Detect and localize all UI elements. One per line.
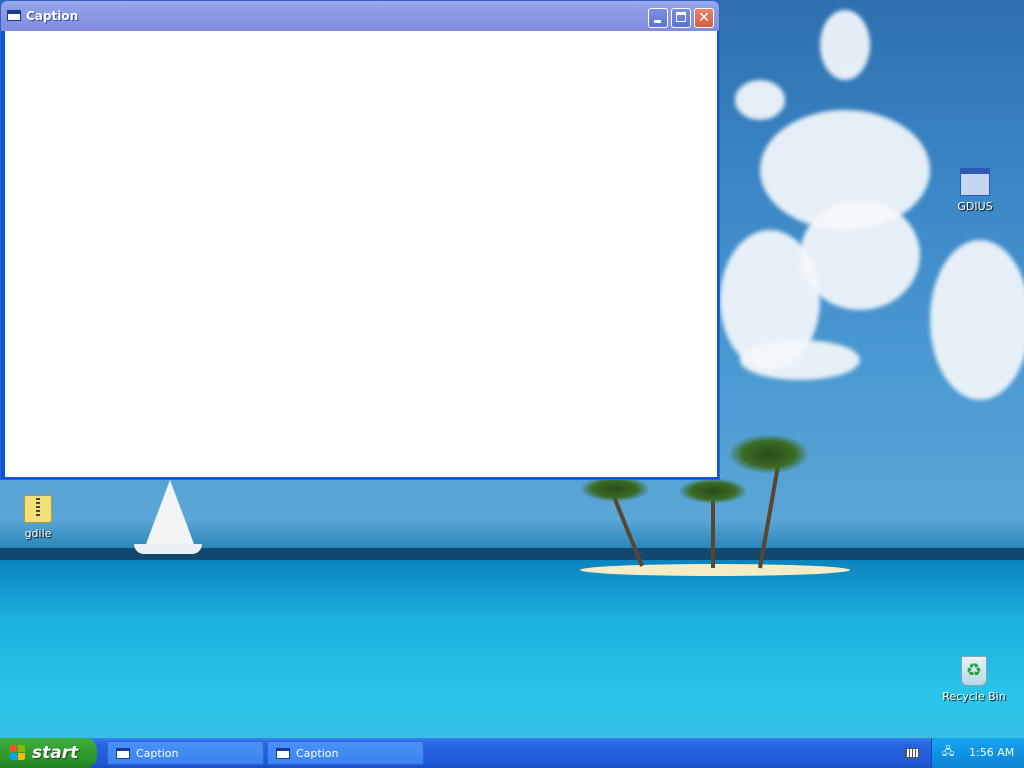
- windows-logo-icon: [10, 745, 26, 761]
- desktop-icon-label: gdile: [24, 527, 52, 540]
- wallpaper-cloud: [735, 80, 785, 120]
- minimize-icon: [654, 20, 661, 23]
- sea: [0, 560, 1024, 738]
- window-title-bar[interactable]: Caption ✕: [1, 1, 719, 31]
- taskbar-button-caption[interactable]: Caption: [267, 741, 424, 765]
- system-tray: 🖧 1:56 AM: [931, 738, 1024, 768]
- start-button[interactable]: start: [0, 738, 97, 768]
- window-title: Caption: [26, 9, 79, 23]
- clock[interactable]: 1:56 AM: [969, 746, 1014, 759]
- recycle-bin-icon: ♻: [961, 656, 987, 686]
- caption-window[interactable]: Caption ✕: [0, 0, 720, 480]
- taskbar-button-label: Caption: [296, 747, 339, 760]
- wallpaper-cloud: [740, 340, 860, 380]
- desktop-icon-label: Recycle Bin: [942, 690, 1006, 703]
- palm-leaves: [728, 434, 810, 474]
- window-client-area[interactable]: [5, 31, 717, 477]
- zip-folder-icon: [24, 495, 52, 523]
- taskbar-button-label: Caption: [136, 747, 179, 760]
- palm-leaves: [678, 478, 748, 504]
- desktop-icon-label: GDIUS: [957, 200, 993, 213]
- minimize-button[interactable]: [648, 8, 668, 28]
- taskbar: start Caption Caption 🖧 1:56 AM: [0, 738, 1024, 768]
- window-app-icon[interactable]: [7, 10, 21, 21]
- desktop-icon-gdius[interactable]: GDIUS: [940, 168, 1010, 213]
- taskbar-button-caption[interactable]: Caption: [107, 741, 264, 765]
- close-icon: ✕: [698, 10, 710, 26]
- network-icon[interactable]: 🖧: [942, 746, 956, 758]
- island-sand: [580, 564, 850, 576]
- window-app-icon: [276, 748, 290, 759]
- sailboat-hull: [134, 544, 202, 554]
- desktop[interactable]: GDIUS gdile ♻ Recycle Bin Caption ✕: [0, 0, 1024, 738]
- wallpaper-cloud: [820, 10, 870, 80]
- sailboat-sail: [146, 480, 194, 544]
- desktop-icon-gdile[interactable]: gdile: [3, 495, 73, 540]
- keyboard-language-icon[interactable]: [905, 748, 919, 758]
- window-app-icon: [116, 748, 130, 759]
- wallpaper-cloud: [930, 240, 1024, 400]
- start-label: start: [32, 743, 79, 763]
- application-window-icon: [960, 168, 990, 196]
- desktop-icon-recycle-bin[interactable]: ♻ Recycle Bin: [939, 656, 1009, 703]
- maximize-icon: [676, 12, 686, 22]
- close-button[interactable]: ✕: [694, 8, 714, 28]
- maximize-button[interactable]: [671, 8, 691, 28]
